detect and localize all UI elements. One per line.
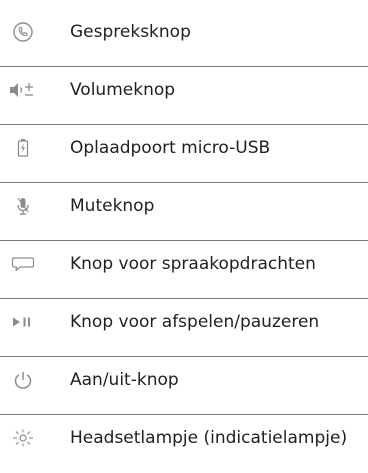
list-item-call-button: Gespreksknop: [0, 9, 368, 67]
item-label: Aan/uit-knop: [70, 370, 179, 390]
list-item-volume-button: Volumeknop: [0, 67, 368, 125]
phone-icon: [0, 9, 46, 55]
item-label: Knop voor spraakopdrachten: [70, 254, 316, 274]
list-item-headset-light: Headsetlampje (indicatielampje): [0, 415, 368, 473]
item-label: Muteknop: [70, 196, 155, 216]
item-label: Headsetlampje (indicatielampje): [70, 428, 348, 448]
play-pause-icon: [0, 299, 46, 345]
microphone-mute-icon: [0, 183, 46, 229]
battery-charging-icon: [0, 125, 46, 171]
item-label: Knop voor afspelen/pauzeren: [70, 312, 320, 332]
item-label: Oplaadpoort micro-USB: [70, 138, 271, 158]
list-item-mute-button: Muteknop: [0, 183, 368, 241]
item-label: Volumeknop: [70, 80, 176, 100]
list-item-power-button: Aan/uit-knop: [0, 357, 368, 415]
feature-list: Gespreksknop Volumeknop Oplaadpoort micr…: [0, 0, 368, 468]
list-item-voice-command-button: Knop voor spraakopdrachten: [0, 241, 368, 299]
indicator-light-icon: [0, 415, 46, 461]
power-icon: [0, 357, 46, 403]
list-item-play-pause-button: Knop voor afspelen/pauzeren: [0, 299, 368, 357]
item-label: Gespreksknop: [70, 22, 191, 42]
volume-icon: [0, 67, 46, 113]
speech-bubble-icon: [0, 241, 46, 287]
list-item-charge-port: Oplaadpoort micro-USB: [0, 125, 368, 183]
